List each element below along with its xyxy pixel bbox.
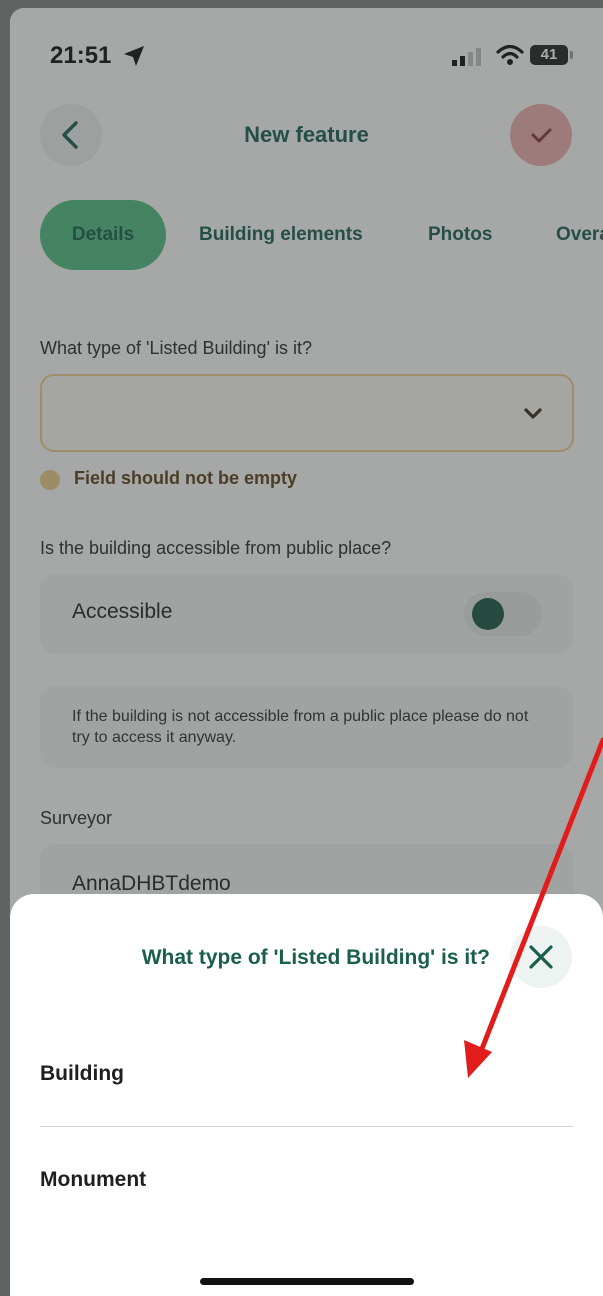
sheet-title: What type of 'Listed Building' is it?	[141, 946, 490, 969]
bottom-sheet: What type of 'Listed Building' is it? Bu…	[10, 894, 603, 1296]
phone-screen: 21:51 41 New feature Details Building el…	[10, 8, 603, 1296]
option-divider	[40, 1126, 573, 1127]
close-button[interactable]	[510, 926, 572, 988]
option-monument[interactable]: Monument	[40, 1168, 146, 1192]
close-icon	[529, 945, 553, 969]
option-building[interactable]: Building	[40, 1062, 124, 1086]
home-indicator	[200, 1278, 414, 1285]
